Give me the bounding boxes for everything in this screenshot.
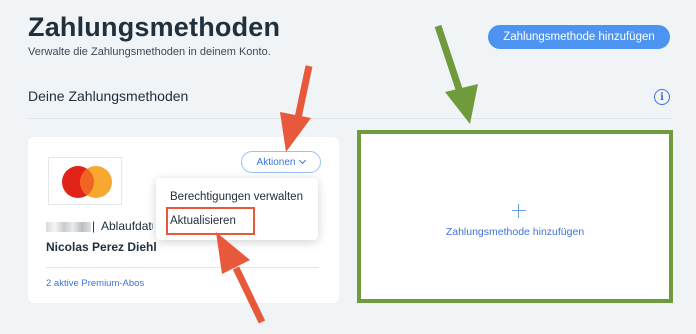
expiry-label: Ablaufdatum xyxy=(101,219,153,233)
add-payment-method-button[interactable]: Zahlungsmethode hinzufügen xyxy=(488,25,670,49)
masked-card-number xyxy=(46,222,91,232)
card-divider xyxy=(46,267,319,268)
page-subtitle: Verwalte die Zahlungsmethoden in deinem … xyxy=(28,46,271,58)
chevron-down-icon xyxy=(299,156,307,165)
plus-icon xyxy=(512,204,526,218)
add-payment-method-tile[interactable]: Zahlungsmethode hinzufügen xyxy=(357,130,673,303)
add-tile-label: Zahlungsmethode hinzufügen xyxy=(445,226,585,238)
page-title: Zahlungsmethoden xyxy=(28,12,281,42)
actions-dropdown-button[interactable]: Aktionen xyxy=(241,151,321,173)
update-highlight-box xyxy=(166,207,255,235)
info-icon[interactable]: i xyxy=(654,89,670,105)
actions-label: Aktionen xyxy=(256,156,296,168)
menu-item-manage-permissions[interactable]: Berechtigungen verwalten xyxy=(170,191,303,203)
mastercard-logo-icon xyxy=(48,157,122,205)
subscriptions-link[interactable]: 2 aktive Premium-Abos xyxy=(46,278,144,289)
card-holder-name: Nicolas Perez Diehl xyxy=(46,240,157,254)
separator: | xyxy=(92,219,96,233)
green-arrow-icon xyxy=(434,24,478,124)
section-divider xyxy=(28,118,672,119)
section-title: Deine Zahlungsmethoden xyxy=(28,88,189,104)
